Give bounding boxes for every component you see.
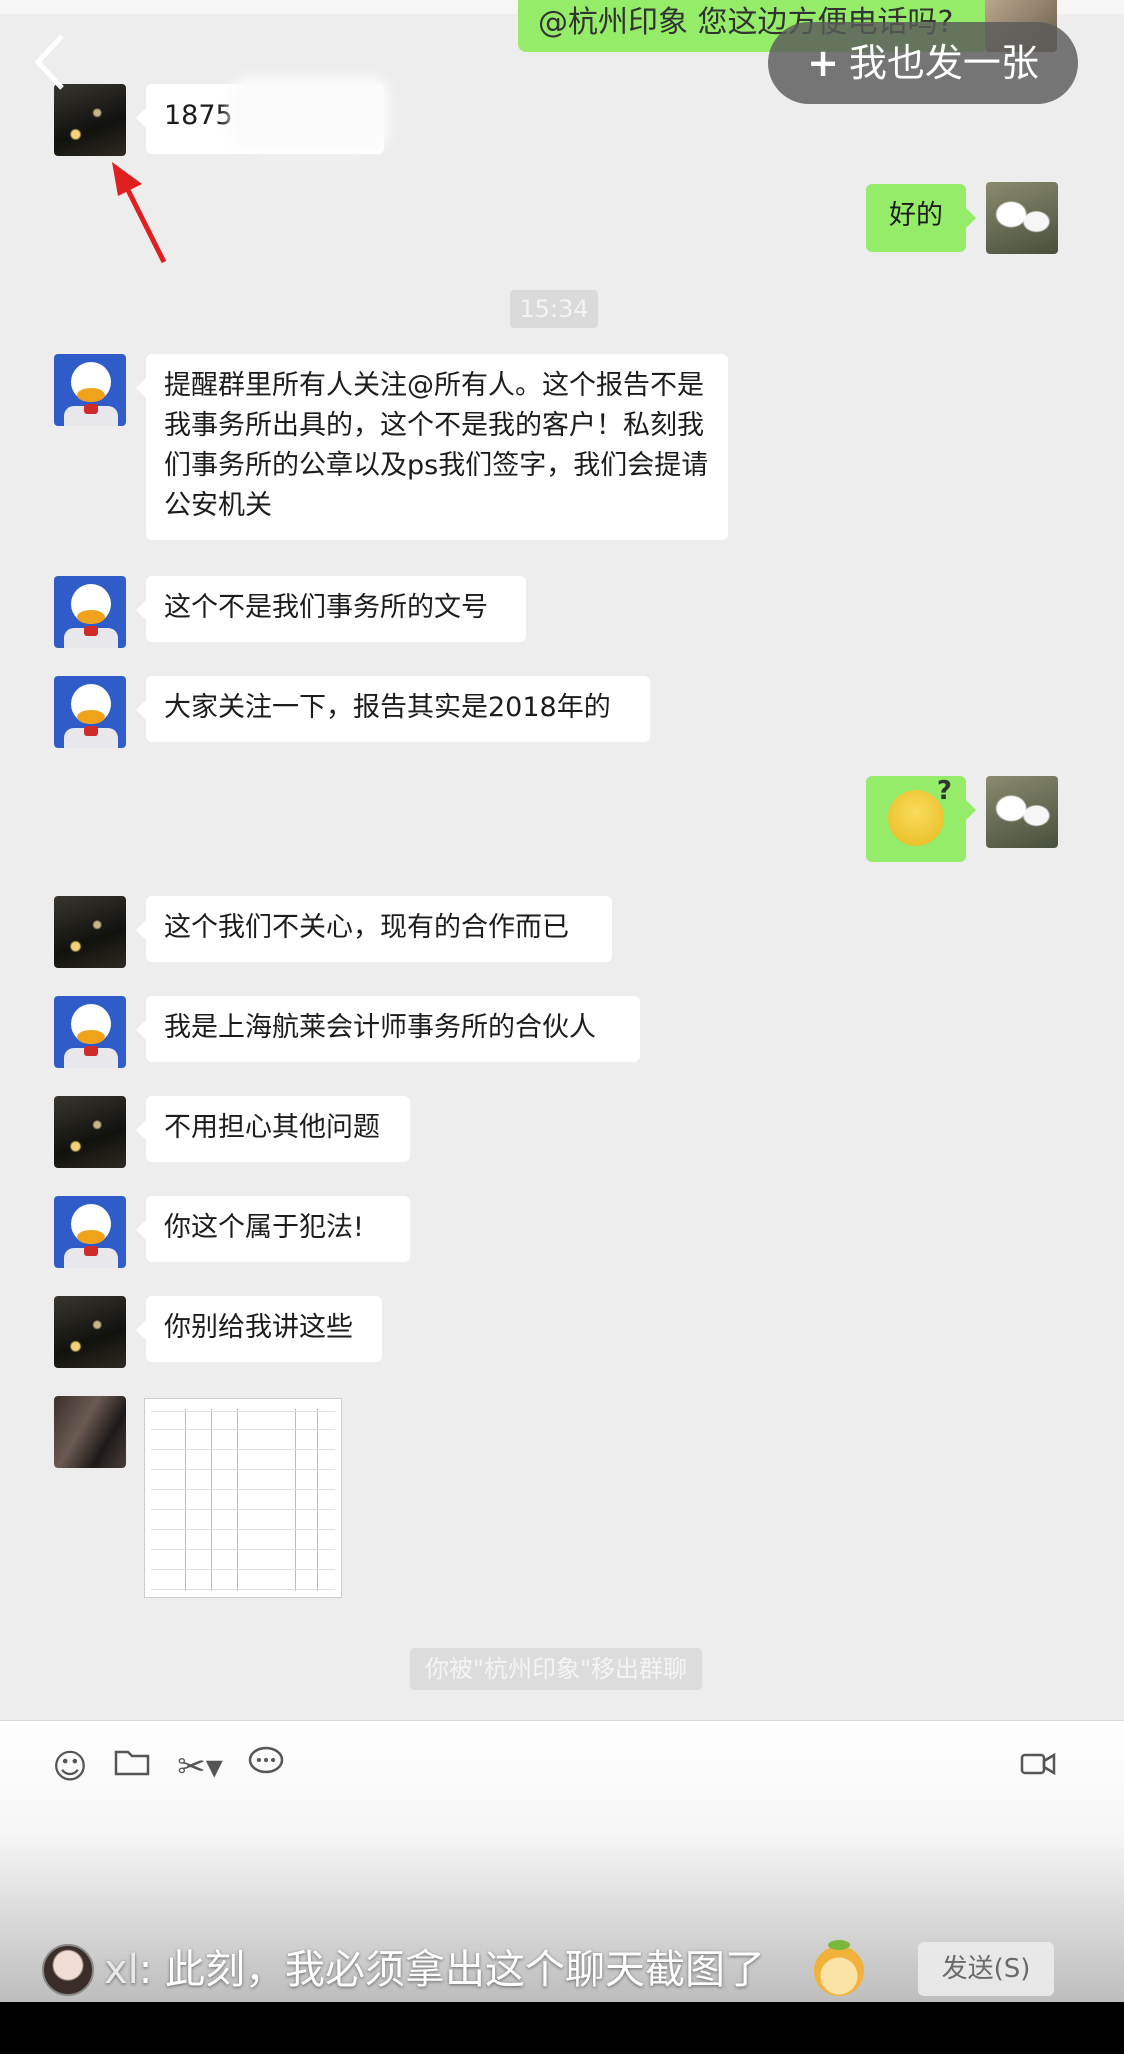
red-arrow-annotation: [112, 162, 167, 264]
avatar-contact-duck: [54, 1196, 126, 1268]
chat-bubble-icon[interactable]: [244, 1745, 288, 1789]
avatar-contact-dark: [54, 1096, 126, 1168]
comment-separator: :: [138, 1947, 165, 1993]
message-bubble: 我是上海航莱会计师事务所的合伙人: [136, 996, 640, 1062]
timestamp: 15:34: [510, 290, 598, 328]
message-text: 大家关注一下，报告其实是2018年的: [164, 692, 611, 723]
post-button-label: 我也发一张: [848, 41, 1039, 85]
emoji-icon[interactable]: ☺: [48, 1745, 92, 1789]
send-button[interactable]: 发送(S): [918, 1942, 1054, 1996]
message-text: 1875: [164, 100, 233, 131]
pear-face-emoji-icon: [814, 1940, 864, 1996]
message-text: 不用担心其他问题: [164, 1112, 380, 1143]
commenter-avatar[interactable]: [42, 1944, 94, 1996]
message-text: 你这个属于犯法!: [164, 1212, 364, 1243]
comment-text: 此刻，我必须拿出这个聊天截图了: [165, 1947, 765, 1993]
message-bubble: 这个不是我们事务所的文号: [136, 576, 526, 642]
avatar-contact-dark: [54, 896, 126, 968]
message-text: 我是上海航莱会计师事务所的合伙人: [164, 1012, 596, 1043]
avatar-contact-duck: [54, 996, 126, 1068]
screen: @杭州印象 您这边方便电话吗? 1875 好的 15:34 提醒群里所有人关注@…: [0, 0, 1124, 2054]
message-bubble-self: 好的: [866, 184, 976, 252]
folder-icon[interactable]: [110, 1745, 154, 1789]
message-bubble: 大家关注一下，报告其实是2018年的: [136, 676, 650, 742]
avatar-contact-group: [54, 1396, 126, 1468]
video-call-icon[interactable]: [1016, 1745, 1060, 1789]
message-bubble: 这个我们不关心，现有的合作而已: [136, 896, 612, 962]
post-one-too-button[interactable]: + 我也发一张: [768, 22, 1078, 104]
comment-line: xl: 此刻，我必须拿出这个聊天截图了: [104, 1940, 765, 2000]
plus-icon: +: [807, 41, 839, 85]
chat-screenshot: @杭州印象 您这边方便电话吗? 1875 好的 15:34 提醒群里所有人关注@…: [0, 0, 1124, 2002]
message-bubble: 不用担心其他问题: [136, 1096, 410, 1162]
avatar-contact-duck: [54, 354, 126, 426]
message-text: 你别给我讲这些: [164, 1312, 353, 1343]
message-text: 这个我们不关心，现有的合作而已: [164, 912, 569, 943]
message-bubble: 你别给我讲这些: [136, 1296, 382, 1362]
avatar-contact-duck: [54, 576, 126, 648]
message-bubble: 提醒群里所有人关注@所有人。这个报告不是我事务所出具的，这个不是我的客户！私刻我…: [136, 354, 728, 540]
avatar-contact-dark: [54, 1296, 126, 1368]
chevron-left-icon: [34, 34, 64, 90]
message-text: 这个不是我们事务所的文号: [164, 592, 488, 623]
back-button[interactable]: [30, 30, 80, 100]
avatar-self: [986, 182, 1058, 254]
avatar-self: [986, 776, 1058, 848]
comment-username[interactable]: xl: [104, 1947, 139, 1993]
message-text: 提醒群里所有人关注@所有人。这个报告不是我事务所出具的，这个不是我的客户！私刻我…: [164, 370, 709, 521]
redaction-blur: [230, 76, 390, 150]
financial-report-image[interactable]: [144, 1398, 342, 1598]
scissors-icon[interactable]: ✂▾: [172, 1745, 228, 1789]
message-text: 好的: [889, 200, 943, 231]
avatar-contact-duck: [54, 676, 126, 748]
confused-face-emoji-icon: [888, 776, 952, 846]
system-notice: 你被"杭州印象"移出群聊: [410, 1648, 702, 1690]
message-bubble: 你这个属于犯法!: [136, 1196, 410, 1262]
